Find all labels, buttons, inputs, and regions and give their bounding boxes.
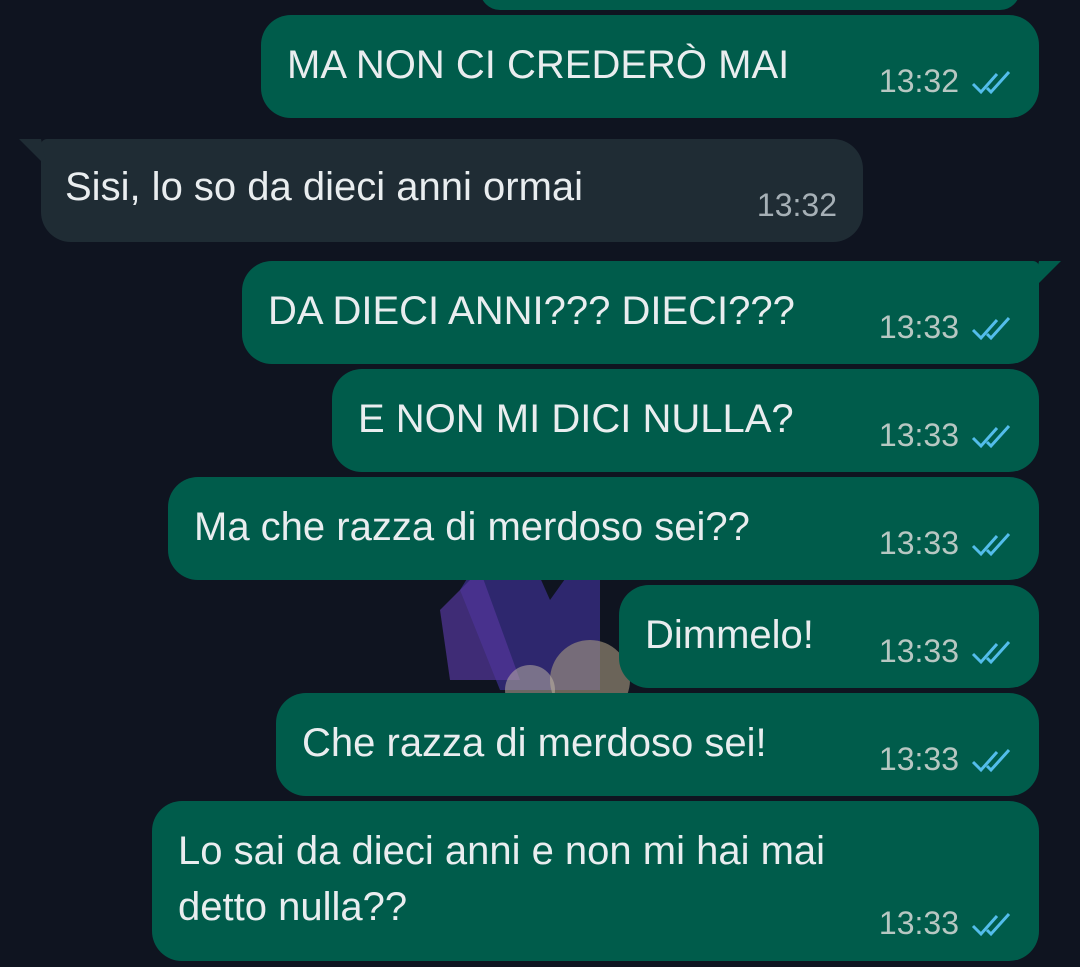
message-bubble[interactable]: Sisi, lo so da dieci anni ormai 13:32 [19, 139, 863, 242]
message-text: MA NON CI CREDERÒ MAI [287, 43, 790, 87]
message-meta: 13:33 [879, 525, 1015, 562]
bubble-tail [19, 139, 47, 167]
chat-area: MA NON CI CREDERÒ MAI 13:32 Sisi, lo so … [0, 0, 1080, 967]
message-bubble[interactable]: Ma che razza di merdoso sei?? 13:33 [168, 477, 1039, 580]
message-meta: 13:33 [879, 309, 1015, 346]
message-meta: 13:33 [879, 741, 1015, 778]
message-text: Sisi, lo so da dieci anni ormai [65, 165, 584, 209]
message-meta: 13:32 [879, 63, 1015, 100]
message-time: 13:33 [878, 417, 959, 453]
message-time: 13:33 [878, 309, 959, 345]
message-meta: 13:33 [879, 417, 1015, 454]
double-check-icon [971, 532, 1011, 556]
bubble-tail [1033, 261, 1061, 289]
double-check-icon [971, 424, 1011, 448]
double-check-icon [971, 640, 1011, 664]
message-bubble[interactable]: Che razza di merdoso sei! 13:33 [276, 693, 1039, 796]
message-time: 13:32 [878, 63, 959, 99]
message-meta: 13:33 [879, 633, 1015, 670]
double-check-icon [971, 912, 1011, 936]
message-bubble[interactable]: Dimmelo! 13:33 [619, 585, 1039, 688]
message-text: E NON MI DICI NULLA? [358, 397, 794, 441]
message-text: Ma che razza di merdoso sei?? [194, 505, 750, 549]
message-time: 13:33 [878, 633, 959, 669]
message-time: 13:33 [878, 905, 959, 941]
message-bubble[interactable]: DA DIECI ANNI??? DIECI??? 13:33 [242, 261, 1061, 364]
message-text: DA DIECI ANNI??? DIECI??? [268, 289, 795, 333]
message-meta: 13:33 [879, 905, 1015, 942]
message-meta: 13:32 [757, 187, 837, 224]
double-check-icon [971, 748, 1011, 772]
message-bubble[interactable]: E NON MI DICI NULLA? 13:33 [332, 369, 1039, 472]
previous-message-bubble [480, 0, 1020, 10]
message-time: 13:33 [878, 525, 959, 561]
message-time: 13:33 [878, 741, 959, 777]
message-text-line-1: Lo sai da dieci anni e non mi hai mai [178, 829, 826, 873]
double-check-icon [971, 70, 1011, 94]
message-bubble[interactable]: Lo sai da dieci anni e non mi hai mai de… [152, 801, 1039, 961]
message-text: Dimmelo! [645, 613, 814, 657]
message-bubble[interactable]: MA NON CI CREDERÒ MAI 13:32 [261, 15, 1039, 118]
message-text: Che razza di merdoso sei! [302, 721, 767, 765]
message-time: 13:32 [756, 187, 837, 223]
double-check-icon [971, 316, 1011, 340]
message-text-line-2: detto nulla?? [178, 885, 408, 929]
